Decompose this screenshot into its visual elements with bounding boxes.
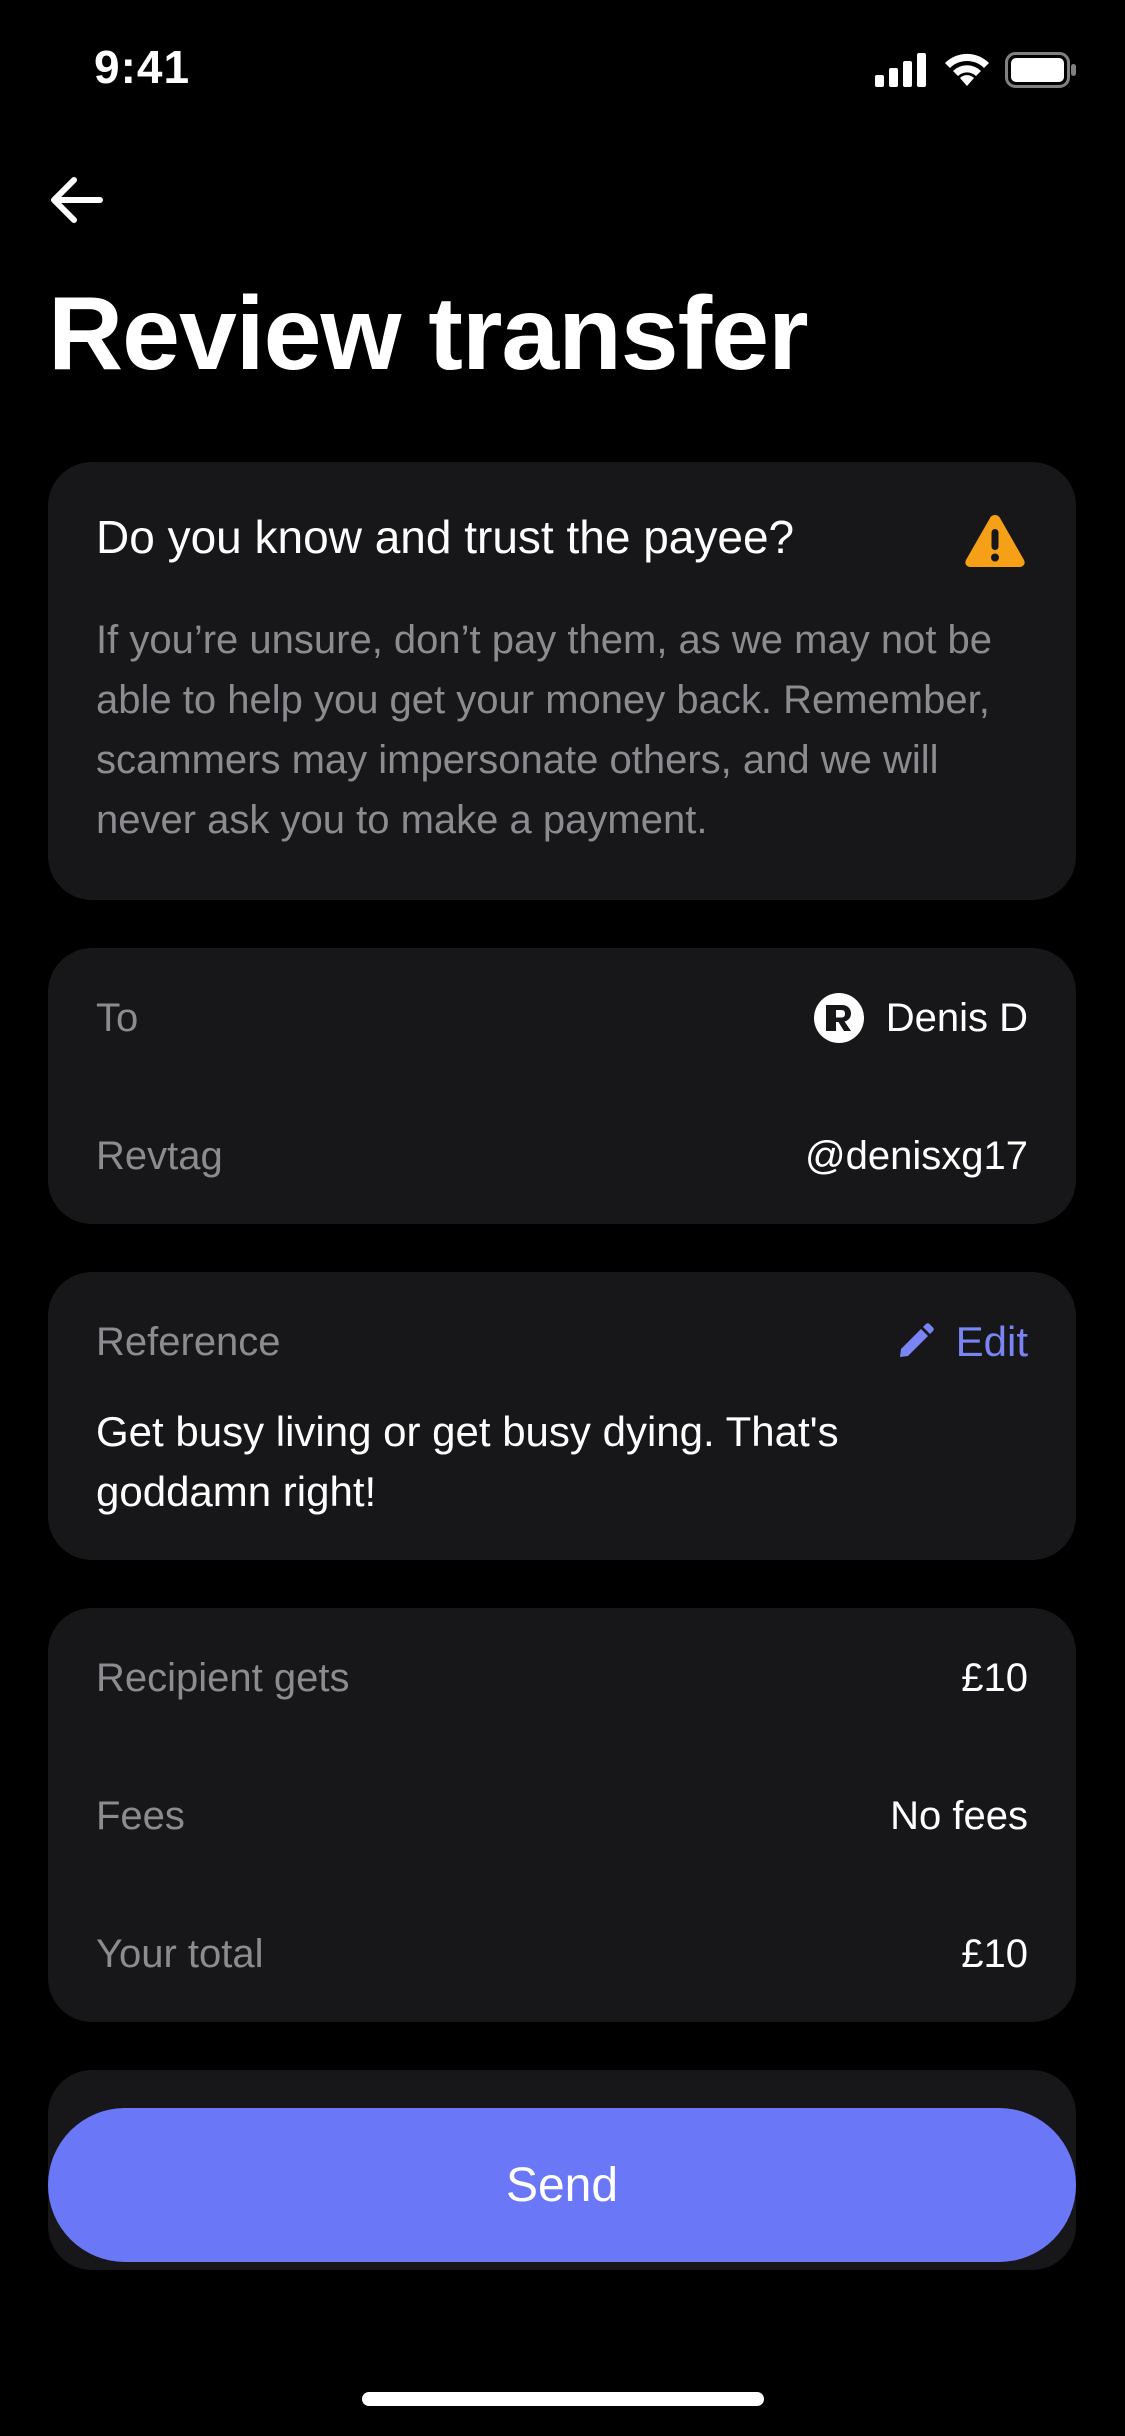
fees-label: Fees [96,1793,185,1838]
revolut-logo-icon [813,993,864,1043]
reference-card: Reference Edit Get busy living or get bu… [48,1272,1076,1560]
wifi-icon [945,53,989,86]
warning-title: Do you know and trust the payee? [96,511,795,563]
back-button[interactable] [46,170,106,230]
to-row: To Denis D [96,988,1028,1048]
recipient-gets-value: £10 [961,1655,1028,1700]
send-button[interactable]: Send [48,2108,1076,2262]
total-row: Your total £10 [96,1924,1028,1984]
fees-row: Fees No fees [96,1786,1028,1846]
recipient-gets-label: Recipient gets [96,1655,350,1700]
edit-reference-button[interactable]: Edit [896,1318,1028,1366]
status-time: 9:41 [94,41,191,93]
total-value: £10 [961,1931,1028,1976]
to-label: To [96,995,139,1040]
recipient-gets-row: Recipient gets £10 [96,1648,1028,1708]
reference-text: Get busy living or get busy dying. That'… [96,1408,839,1515]
cellular-signal-icon [875,53,926,87]
revtag-value: @denisxg17 [805,1133,1028,1178]
status-icons [875,52,1077,88]
reference-header-row: Reference Edit [96,1312,1028,1372]
home-indicator [362,2392,764,2406]
reference-label: Reference [96,1319,281,1364]
pencil-icon [899,1323,934,1357]
payee-name: Denis D [885,995,1028,1040]
revtag-label: Revtag [96,1133,223,1178]
arrow-left-icon [51,177,103,223]
total-label: Your total [96,1931,264,1976]
revtag-row: Revtag @denisxg17 [96,1126,1028,1186]
to-value: Denis D [813,993,1028,1043]
fees-value: No fees [890,1793,1028,1838]
status-bar: 9:41 [0,0,1125,140]
page-title: Review transfer [48,276,809,392]
payee-details-card: To Denis D Revtag @denisxg17 [48,948,1076,1224]
payee-warning-card: Do you know and trust the payee? If you’… [48,462,1076,900]
edit-label: Edit [955,1318,1028,1365]
amount-summary-card: Recipient gets £10 Fees No fees Your tot… [48,1608,1076,2022]
warning-body: If you’re unsure, don’t pay them, as we … [96,618,993,842]
warning-icon [965,515,1025,567]
battery-icon [1005,52,1076,88]
